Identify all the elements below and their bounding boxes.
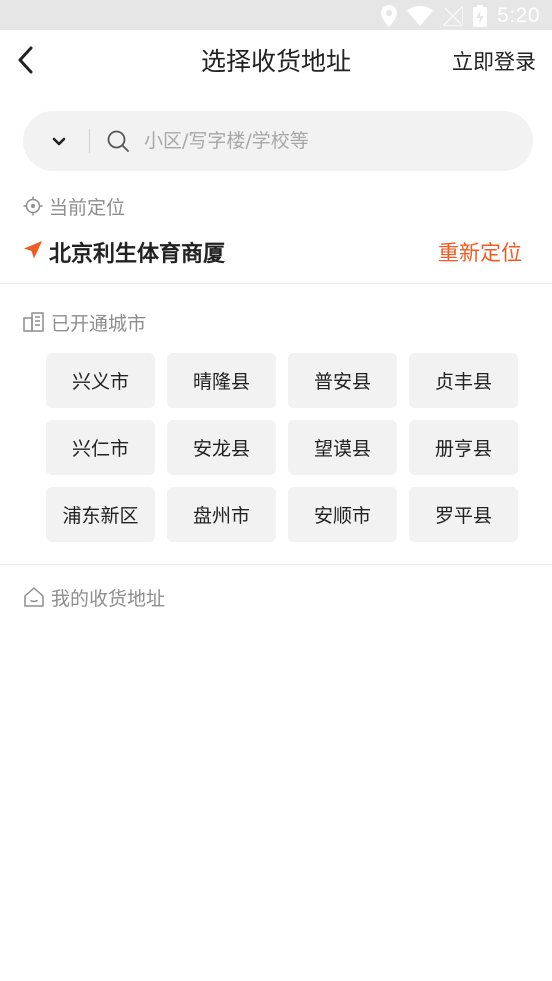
status-icons: 5:20 [381, 4, 540, 28]
back-button[interactable] [8, 44, 44, 80]
city-button[interactable]: 盘州市 [167, 487, 276, 542]
nav-bar: 选择收货地址 立即登录 [0, 30, 552, 94]
home-icon [23, 586, 51, 608]
city-button[interactable]: 罗平县 [409, 487, 518, 542]
current-location-address-group[interactable]: 北京利生体育商厦 [23, 236, 225, 268]
city-dropdown-button[interactable] [29, 111, 89, 171]
search-bar [23, 111, 533, 171]
search-input[interactable] [144, 121, 504, 161]
section-divider [0, 564, 552, 565]
city-button[interactable]: 浦东新区 [46, 487, 155, 542]
city-button[interactable]: 兴义市 [46, 353, 155, 408]
open-cities-label: 已开通城市 [23, 308, 146, 336]
my-addresses-label-text: 我的收货地址 [51, 587, 166, 610]
city-button[interactable]: 贞丰县 [409, 353, 518, 408]
city-button[interactable]: 普安县 [288, 353, 397, 408]
search-divider [89, 129, 90, 153]
city-button[interactable]: 册亨县 [409, 420, 518, 475]
my-addresses-label: 我的收货地址 [23, 583, 165, 611]
city-button[interactable]: 安顺市 [288, 487, 397, 542]
location-pin-icon [381, 5, 398, 27]
city-button[interactable]: 望谟县 [288, 420, 397, 475]
current-location-label: 当前定位 [23, 192, 125, 220]
city-button[interactable]: 安龙县 [167, 420, 276, 475]
crosshair-icon [23, 196, 49, 216]
current-location-label-text: 当前定位 [49, 196, 126, 219]
status-bar: 5:20 [0, 0, 552, 30]
status-time: 5:20 [497, 4, 540, 27]
signal-off-icon [443, 6, 464, 26]
login-button[interactable]: 立即登录 [452, 30, 536, 94]
search-icon [106, 129, 130, 153]
relocate-button[interactable]: 重新定位 [438, 237, 522, 267]
open-cities-label-text: 已开通城市 [51, 312, 147, 335]
navigation-arrow-icon [23, 240, 43, 264]
city-grid: 兴义市 晴隆县 普安县 贞丰县 兴仁市 安龙县 望谟县 册亨县 浦东新区 盘州市… [46, 353, 520, 542]
wifi-icon [407, 6, 434, 26]
city-button[interactable]: 兴仁市 [46, 420, 155, 475]
battery-charging-icon [473, 5, 488, 27]
chevron-left-icon [16, 46, 36, 78]
current-location-address: 北京利生体育商厦 [49, 242, 226, 267]
city-button[interactable]: 晴隆县 [167, 353, 276, 408]
chevron-down-icon [52, 132, 66, 151]
building-icon [23, 311, 51, 333]
section-divider [0, 283, 552, 284]
current-location-row: 北京利生体育商厦 重新定位 [23, 232, 522, 272]
